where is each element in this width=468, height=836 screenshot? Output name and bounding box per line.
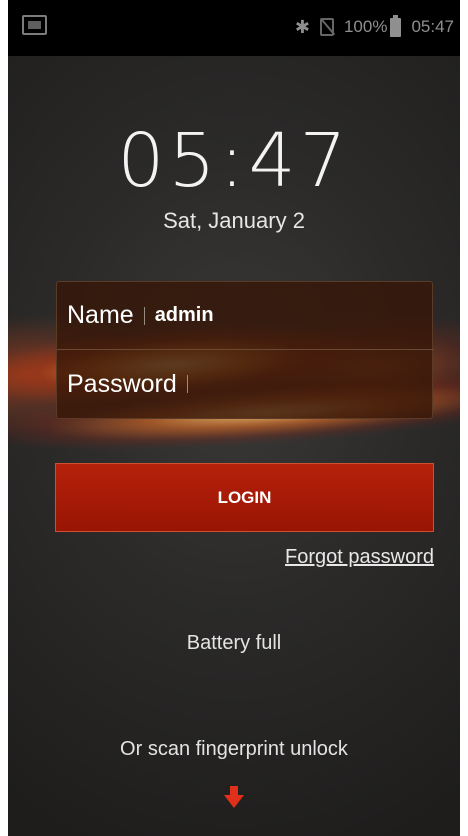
status-time: 05:47 bbox=[411, 17, 454, 36]
forgot-password-link[interactable]: Forgot password bbox=[285, 546, 434, 569]
no-sim-icon bbox=[319, 18, 334, 36]
battery-percent: 100% bbox=[343, 17, 388, 36]
battery-icon bbox=[390, 14, 402, 37]
lock-date: Sat, January 2 bbox=[163, 208, 305, 233]
name-input[interactable]: admin bbox=[155, 304, 214, 327]
name-label: Name bbox=[67, 301, 134, 329]
bluetooth-icon: ✱ bbox=[294, 16, 310, 37]
screenshot-icon bbox=[22, 15, 47, 35]
password-cursor bbox=[186, 375, 188, 393]
battery-status: 100% bbox=[343, 14, 402, 37]
name-cursor bbox=[143, 306, 145, 325]
battery-status-text: Battery full bbox=[186, 632, 282, 654]
login-button[interactable]: LOGIN bbox=[55, 463, 434, 532]
lock-clock: 05:47 bbox=[117, 118, 351, 204]
password-label: Password bbox=[67, 369, 177, 398]
login-form: Name admin Password bbox=[56, 281, 434, 419]
status-bar: ✱ 100% 05:47 bbox=[8, 0, 460, 56]
lock-screen: ✱ 100% 05:47 05:47 Sat, January 2 Name a… bbox=[8, 0, 460, 836]
name-field[interactable]: Name admin bbox=[57, 282, 434, 350]
password-field[interactable]: Password bbox=[57, 350, 434, 418]
status-icons: ✱ 100% 05:47 bbox=[294, 14, 454, 39]
arrow-down-icon bbox=[224, 786, 244, 808]
fingerprint-prompt: Or scan fingerprint unlock bbox=[120, 738, 348, 760]
